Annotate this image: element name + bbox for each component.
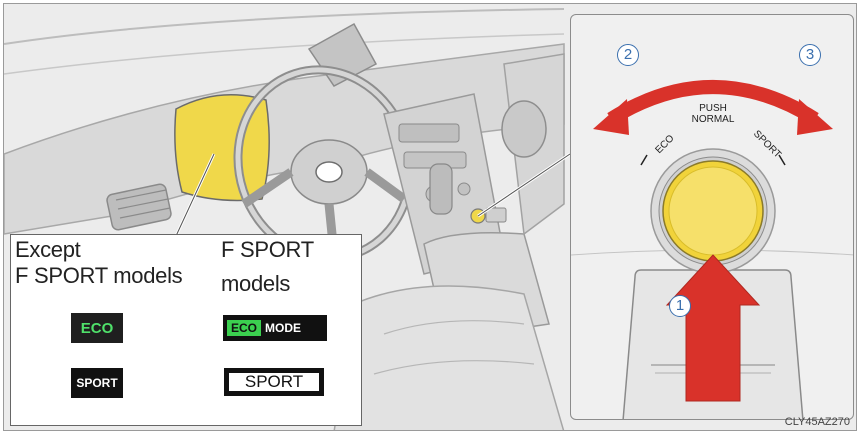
normal-label: NORMAL bbox=[691, 114, 735, 125]
step-3-callout: 3 bbox=[799, 44, 821, 66]
step-2-callout: 2 bbox=[617, 44, 639, 66]
fsport-models-heading-line1: F SPORT bbox=[221, 237, 314, 262]
step-1-callout: 1 bbox=[669, 295, 691, 317]
standard-models-heading-line1: Except bbox=[15, 237, 81, 262]
push-label: PUSH bbox=[699, 103, 727, 114]
drive-mode-dial-detail: PUSH NORMAL ECO SPORT 2 3 1 bbox=[570, 14, 854, 420]
sport-indicator-standard: SPORT bbox=[71, 368, 123, 398]
fsport-models-heading-line2: models bbox=[221, 271, 291, 296]
dial-drawing bbox=[571, 80, 853, 419]
right-arrowhead bbox=[797, 99, 833, 135]
left-arrowhead bbox=[593, 99, 629, 135]
eco-mode-indicator-fsport: ECO MODE bbox=[223, 315, 327, 341]
sport-indicator-fsport: SPORT bbox=[226, 370, 322, 394]
figure-code: CLY45AZ270 bbox=[784, 416, 850, 428]
standard-models-heading-line2: F SPORT models bbox=[15, 263, 183, 288]
eco-chip: ECO bbox=[227, 320, 262, 336]
indicator-legend: Except F SPORT models F SPORT models ECO… bbox=[10, 234, 362, 426]
eco-indicator-standard: ECO bbox=[71, 313, 123, 343]
dashboard-illustration: Except F SPORT models F SPORT models ECO… bbox=[3, 3, 857, 431]
mode-text: MODE bbox=[265, 321, 302, 335]
